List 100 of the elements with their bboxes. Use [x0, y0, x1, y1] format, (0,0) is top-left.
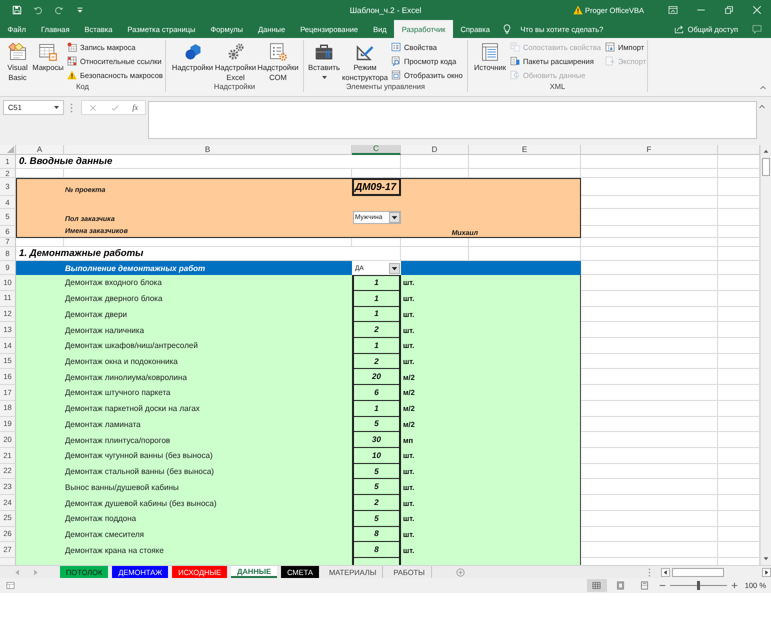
- redo-icon[interactable]: [54, 5, 64, 15]
- plus-icon[interactable]: [730, 582, 738, 589]
- horizontal-scrollbar[interactable]: [661, 566, 771, 578]
- window-caret-icon[interactable]: [668, 5, 678, 15]
- column-header[interactable]: D: [401, 145, 469, 155]
- caret-down-icon[interactable]: [54, 106, 59, 109]
- empty-cell[interactable]: [469, 155, 581, 170]
- row-label: Демонтаж линолиума/ковролина: [65, 372, 187, 382]
- customize-caret-icon[interactable]: [75, 5, 85, 15]
- row-label: Демонтаж входного блока: [65, 278, 162, 288]
- column-header[interactable]: B: [64, 145, 352, 155]
- view-button[interactable]: [586, 579, 607, 592]
- page-layout-icon: [616, 581, 626, 590]
- row-label: Демонтаж ламината: [65, 420, 141, 429]
- formula-input[interactable]: [148, 101, 757, 139]
- column-header[interactable]: C: [352, 145, 401, 155]
- warning-icon: [67, 70, 77, 80]
- minus-icon[interactable]: [658, 582, 666, 589]
- row-label: Выполнение демонтажных работ: [65, 264, 206, 273]
- macro-sheet-icon: [38, 42, 58, 62]
- row-label: Демонтаж шкафов/ниш/антресолей: [65, 341, 198, 350]
- column-header[interactable]: A: [16, 145, 64, 155]
- empty-cell[interactable]: [581, 238, 718, 247]
- zoom-slider-thumb[interactable]: [696, 581, 700, 590]
- window-title: Шаблон_ч.2 - Excel: [350, 6, 422, 14]
- drag-handle-icon[interactable]: [70, 103, 73, 113]
- dialog-window-icon: [391, 70, 401, 80]
- export-icon: [604, 56, 615, 66]
- share-icon: [674, 24, 684, 34]
- insert-function-button[interactable]: fx: [132, 103, 138, 112]
- row-label: Демонтаж поддона: [65, 514, 136, 524]
- row-label: Демонтаж стальной ванны (без выноса): [65, 467, 214, 476]
- row-label: Демонтаж наличника: [65, 326, 144, 335]
- plus-circle-icon[interactable]: [456, 568, 465, 576]
- record-sheet-icon: [67, 42, 77, 52]
- lightbulb-icon: [502, 24, 512, 34]
- row-label: Демонтаж штучного паркета: [65, 388, 170, 398]
- list-panel-icon: [480, 42, 500, 62]
- sheet-layout-icon[interactable]: [6, 581, 15, 590]
- section-title: 1. Демонтажные работы: [19, 248, 144, 260]
- close-icon[interactable]: [752, 5, 762, 15]
- section-title: 0. Вводные данные: [19, 156, 112, 168]
- empty-cell[interactable]: [352, 155, 401, 170]
- empty-cell[interactable]: [581, 169, 718, 178]
- list-window-icon: [391, 42, 401, 52]
- split-handle-icon[interactable]: [648, 568, 651, 576]
- row-label: Демонтаж крана на стояке: [65, 546, 164, 555]
- page-break-icon: [640, 581, 650, 590]
- scroll-thumb[interactable]: [762, 158, 770, 176]
- row-label: Демонтаж плинтуса/порогов: [65, 436, 170, 445]
- restore-icon[interactable]: [724, 5, 734, 15]
- empty-cell[interactable]: [352, 169, 401, 178]
- document-search-icon: [391, 56, 401, 66]
- toolbox-icon: [314, 42, 334, 62]
- scroll-up-icon[interactable]: [763, 148, 769, 154]
- column-header[interactable]: E: [469, 145, 581, 155]
- left-triangle-icon[interactable]: [14, 568, 21, 576]
- table-cell[interactable]: 0. Вводные данные: [16, 155, 352, 170]
- warning-icon: [572, 5, 583, 15]
- grid-icon: [67, 56, 77, 66]
- row-label: Демонтаж паркетной доски на лагах: [65, 404, 200, 414]
- refresh-sheet-icon: [510, 70, 520, 80]
- import-icon: [604, 42, 615, 52]
- shapes-icon: [182, 42, 202, 62]
- scroll-left-icon[interactable]: [661, 568, 670, 576]
- empty-cell[interactable]: [401, 155, 469, 170]
- empty-cell[interactable]: [64, 238, 352, 247]
- row-label: Демонтаж дверного блока: [65, 294, 162, 304]
- row-label: Демонтаж чугунной ванны (без выноса): [65, 451, 213, 460]
- empty-cell[interactable]: [581, 246, 718, 262]
- scroll-right-icon[interactable]: [762, 568, 771, 576]
- checklist-gear-icon: [268, 42, 288, 62]
- row-label: Вынос ванны/душевой кабины: [65, 482, 179, 492]
- row-label: Демонтаж душевой кабины (без выноса): [65, 498, 217, 508]
- caret-down-icon: [322, 76, 326, 79]
- scroll-thumb[interactable]: [672, 568, 724, 576]
- empty-cell[interactable]: [581, 155, 718, 170]
- row-label: Демонтаж двери: [65, 310, 128, 319]
- row-label: Демонтаж окна и подоконника: [65, 357, 178, 366]
- grid-view-icon: [592, 581, 602, 590]
- empty-cell[interactable]: [401, 238, 469, 247]
- value-cell[interactable]: ДМ09-17: [352, 178, 401, 196]
- row-label: Демонтаж смесителя: [65, 530, 144, 539]
- zoom-slider[interactable]: [670, 581, 727, 590]
- document-tab-icon: [510, 56, 520, 66]
- save-icon[interactable]: [12, 5, 22, 15]
- scroll-down-icon[interactable]: [763, 556, 769, 562]
- column-header[interactable]: F: [581, 145, 718, 155]
- check-icon[interactable]: [110, 104, 119, 112]
- empty-cell[interactable]: [352, 238, 401, 247]
- right-triangle-icon[interactable]: [32, 568, 39, 576]
- gears-icon: [226, 42, 246, 62]
- vertical-scrollbar[interactable]: [760, 145, 771, 565]
- undo-icon[interactable]: [33, 5, 43, 15]
- comment-icon[interactable]: [752, 24, 762, 34]
- cancel-icon[interactable]: [88, 104, 97, 112]
- collapse-ribbon-icon[interactable]: [759, 84, 767, 92]
- expand-formula-icon[interactable]: [758, 103, 766, 111]
- code-window-icon: [8, 42, 28, 62]
- empty-cell[interactable]: [469, 238, 581, 247]
